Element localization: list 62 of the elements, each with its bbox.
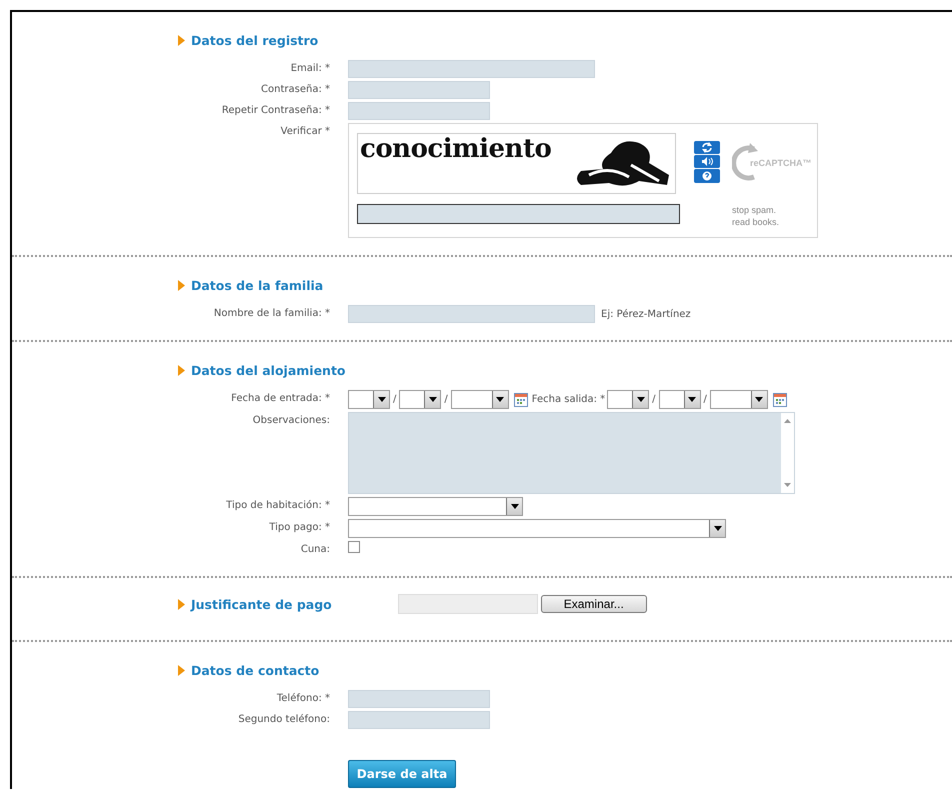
date-select[interactable] [658,390,701,409]
crib-checkbox[interactable] [348,541,360,553]
dropdown-arrow-icon [510,504,518,509]
section-title: Justificante de pago [191,596,332,612]
triangle-bullet-icon [178,34,185,46]
dropdown-select[interactable] [348,519,726,538]
dropdown-arrow-icon [496,397,504,402]
field-label: Tipo pago: * [268,521,330,535]
field-label: Repetir Contraseña: * [220,104,330,118]
field-label: Tipo de habitación: * [225,499,330,513]
refresh-icon[interactable] [694,141,720,154]
calendar-icon[interactable] [772,392,787,406]
family-name-field[interactable] [348,305,595,323]
field-label: Verificar * [280,125,330,139]
section-title: Datos del alojamiento [191,362,346,378]
scroll-down-icon[interactable] [784,483,791,487]
date-separator: / [704,394,707,405]
triangle-bullet-icon [178,664,185,676]
file-path-field[interactable] [398,594,538,614]
dropdown-arrow-icon [688,397,696,402]
dropdown-arrow-icon [378,397,386,402]
captcha-answer-field[interactable] [357,204,680,224]
recaptcha-logo: reCAPTCHA™ [750,158,812,168]
triangle-bullet-icon [178,598,185,610]
field-label: Email: * [290,62,330,76]
audio-icon[interactable] [694,155,720,168]
triangle-bullet-icon [178,364,185,376]
scroll-up-icon[interactable] [784,419,791,423]
triangle-bullet-icon [178,280,185,290]
field-label: Fecha de entrada: * [230,392,330,406]
section-title: Datos de contacto [191,662,320,678]
section-title: Datos de la familia [191,278,324,292]
password-field[interactable] [348,102,490,120]
phone-field[interactable] [348,711,490,729]
checkout-date-label: Fecha salida: * [532,394,606,405]
example-hint: Ej: Pérez-Martínez [601,308,691,320]
date-separator: / [652,394,656,405]
date-select[interactable] [399,390,442,409]
dropdown-arrow-icon [428,397,437,402]
field-label: Observaciones: [252,414,330,428]
dropdown-arrow-icon [636,397,645,402]
date-separator: / [444,394,448,405]
date-select[interactable] [348,390,390,409]
email-field[interactable] [348,60,595,78]
dropdown-select[interactable] [348,497,523,516]
calendar-icon[interactable] [514,392,528,406]
captcha-word: conocimiento [360,134,552,164]
field-label: Cuna: [300,543,330,557]
section-title: Datos del registro [191,32,318,48]
dropdown-arrow-icon [714,526,722,531]
recaptcha-slogan: stop spam. read books. [732,204,780,228]
field-label: Nombre de la familia: * [212,307,330,321]
phone-field[interactable] [348,690,490,708]
field-label: Contraseña: * [260,83,330,97]
dropdown-arrow-icon [755,397,764,402]
field-label: Segundo teléfono: [237,713,330,727]
date-select[interactable] [607,390,650,409]
password-field[interactable] [348,81,490,99]
help-icon[interactable] [694,169,720,183]
browse-button[interactable]: Examinar... [540,595,647,613]
field-label: Teléfono: * [276,692,330,706]
date-separator: / [393,394,396,405]
